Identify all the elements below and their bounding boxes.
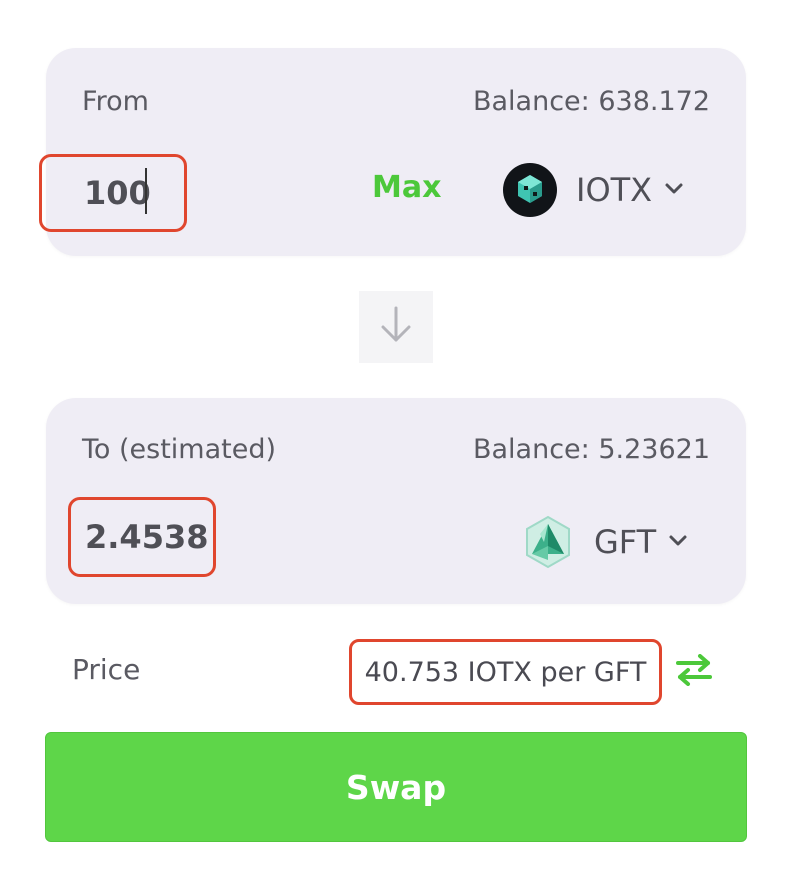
chevron-down-icon bbox=[668, 533, 688, 552]
to-token-select[interactable]: GFT bbox=[520, 514, 688, 570]
from-card: From Balance: 638.172 Max IOTX bbox=[39, 48, 746, 256]
swap-arrows-icon[interactable] bbox=[674, 654, 714, 690]
arrow-down-icon bbox=[379, 305, 413, 349]
to-amount-input[interactable] bbox=[68, 497, 216, 577]
gft-token-icon bbox=[520, 514, 576, 570]
switch-direction-button[interactable] bbox=[359, 291, 433, 363]
to-balance: Balance: 5.23621 bbox=[472, 434, 710, 465]
to-label: To (estimated) bbox=[82, 434, 277, 465]
price-label: Price bbox=[72, 653, 141, 686]
from-amount-input[interactable] bbox=[39, 154, 187, 232]
text-caret bbox=[145, 168, 147, 214]
from-label: From bbox=[82, 86, 149, 117]
to-card: To (estimated) Balance: 5.23621 GFT bbox=[46, 398, 746, 604]
chevron-down-icon bbox=[664, 181, 684, 200]
swap-button[interactable]: Swap bbox=[45, 732, 747, 842]
from-token-select[interactable]: IOTX bbox=[502, 162, 684, 218]
from-balance: Balance: 638.172 bbox=[472, 86, 710, 117]
max-button[interactable]: Max bbox=[372, 170, 441, 205]
to-token-symbol: GFT bbox=[594, 523, 657, 561]
price-value: 40.753 IOTX per GFT bbox=[349, 639, 662, 705]
iotx-token-icon bbox=[502, 162, 558, 218]
from-token-symbol: IOTX bbox=[576, 171, 653, 209]
